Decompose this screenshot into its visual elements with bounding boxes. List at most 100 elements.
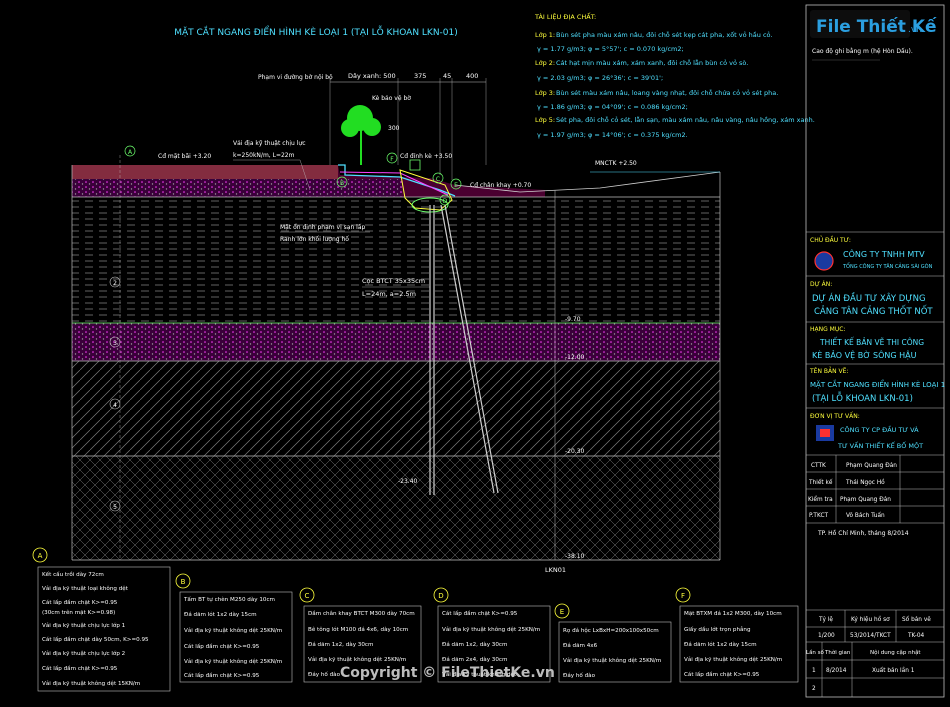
- geo-layer3-props: γ = 1.86 g/m3; φ = 04°09'; c = 0.086 kg/…: [537, 103, 688, 111]
- sec-mark-a: A: [128, 149, 133, 156]
- tb-tenbv-line1: (TẠI LỖ KHOAN LKN-01): [812, 391, 913, 404]
- geo-layer2-props: γ = 2.03 g/m3; φ = 26°36'; c = 39'01';: [537, 74, 663, 82]
- tb-staff-name3: Võ Bách Tuấn: [846, 512, 885, 519]
- geo-layer5-desc: Sét pha, đôi chỗ cỏ sét, lẫn sạn, màu xá…: [556, 115, 815, 124]
- callout-a-line0: Kết cấu trồi dày 72cm: [42, 570, 104, 578]
- tb-duan-header: DỰ ÁN:: [810, 281, 832, 288]
- ann-cd-chan-khay: Cđ chân khay +0.70: [470, 182, 531, 189]
- sec-mark-b: B: [340, 180, 344, 187]
- callout-b-line5: Cát lấp đầm chặt K>=0.95: [184, 671, 260, 679]
- tb-staff-name1: Thái Ngọc Hồ: [845, 478, 885, 486]
- tb-donvi-line0: CÔNG TY CP ĐẦU TƯ VÀ: [840, 424, 919, 434]
- callout-d-line1: Vải địa kỹ thuật không dệt 25KN/m: [442, 626, 540, 633]
- callout-E: E Rọ đá hộc LxBxH=200x100x50cm Đá dăm 4x…: [554, 603, 672, 683]
- callout-a-line3: (30cm trên mặt K>=0.98): [42, 609, 115, 616]
- callout-b-id: B: [181, 578, 186, 586]
- callout-d-line2: Đá dăm 1x2, dày 30cm: [442, 641, 507, 648]
- cad-drawing: MẶT CẮT NGANG ĐIỂN HÌNH KÈ LOẠI 1 (TẠI L…: [32, 4, 945, 698]
- callout-A: A Kết cấu trồi dày 72cm Vải địa kỹ thuật…: [32, 547, 171, 692]
- tb-cdt-line1: TỔNG CÔNG TY TÂN CẢNG SÀI GÒN: [842, 262, 933, 270]
- callout-c-line0: Dầm chân khay BTCT M300 dày 70cm: [308, 609, 415, 617]
- callout-c-line1: Bê tông lót M100 đá 4x6, dày 10cm: [308, 626, 408, 633]
- callout-a-line1: Vải địa kỹ thuật loại không dệt: [42, 585, 129, 592]
- tb-staff-role3: P.TKCT: [809, 513, 829, 519]
- callout-a-line4: Vải địa kỹ thuật chịu lực lớp 1: [42, 622, 126, 629]
- tb-staff-name2: Phạm Quang Đản: [840, 496, 891, 503]
- tb-info-h1: Ký hiệu hồ sơ: [851, 615, 890, 623]
- ann-mnctk: MNCTK +2.50: [595, 160, 637, 167]
- callout-d-id: D: [438, 592, 443, 600]
- callout-f-line1: Giấy dầu lớt trọn phẳng: [684, 625, 751, 633]
- callout-a-id: A: [38, 552, 43, 560]
- logo-domain: .vn: [908, 25, 922, 35]
- callout-d-line3: Đá dăm 2x4, dày 30cm: [442, 656, 507, 663]
- geology-header: TÀI LIỆU ĐỊA CHẤT:: [534, 11, 596, 21]
- geo-layer5-props: γ = 1.97 g/m3; φ = 14°06'; c = 0.375 kg/…: [537, 131, 688, 139]
- tb-cdt-line0: CÔNG TY TNHH MTV: [843, 248, 925, 259]
- tb-info-v0: 1/200: [818, 633, 835, 639]
- ann-mat-truot2: Ranh lớn khối lượng hố: [280, 236, 349, 243]
- tb-hangmuc-line0: THIẾT KẾ BẢN VẼ THI CÔNG: [819, 337, 924, 347]
- callout-f-line3: Vải địa kỹ thuật không dệt 25KN/m: [684, 656, 782, 663]
- callout-e-id: E: [560, 608, 564, 616]
- geo-layer2-desc: Cát hạt mịn màu xám, xám xanh, đôi chỗ l…: [556, 58, 748, 67]
- callout-b-line1: Đá dăm lót 1x2 dày 15cm: [184, 611, 257, 618]
- tb-staff-role1: Thiết kế: [808, 479, 833, 486]
- ann-vai: Vải địa kỹ thuật chịu lực: [233, 140, 306, 147]
- layer-id-2: 2: [113, 280, 117, 287]
- callout-f-id: F: [681, 592, 685, 600]
- title-block: CHỦ ĐẦU TƯ: CÔNG TY TNHH MTV TỔNG CÔNG T…: [805, 4, 945, 698]
- callout-e-line3: Đáy hố đào: [563, 672, 596, 679]
- ann-coc2: L=24m, a=2.5m: [362, 290, 416, 298]
- note-right: Cao độ ghi bằng m (hệ Hòn Dấu).: [812, 48, 913, 55]
- callout-e-line2: Vải địa kỹ thuật không dệt 25KN/m: [563, 657, 661, 664]
- layer-id-3: 3: [113, 340, 117, 347]
- geology-notes: TÀI LIỆU ĐỊA CHẤT: Lớp 1: Bùn sét pha mà…: [534, 11, 815, 139]
- callout-b-line4: Vải địa kỹ thuật không dệt 25KN/m: [184, 658, 282, 665]
- tb-info-v2: TK-04: [907, 633, 925, 639]
- ann-pile-tip: -23.40: [398, 478, 418, 485]
- sec-mark-f: F: [390, 156, 394, 163]
- ann-cd-mat-bai: Cđ mặt bãi +3.20: [158, 153, 211, 160]
- tb-staff-role2: Kiểm tra: [808, 496, 833, 503]
- ann-vai2: k=250kN/m, L=22m: [233, 152, 295, 159]
- callout-b-line0: Tấm BT tự chèn M250 dày 10cm: [183, 596, 275, 603]
- bottom-label: LKN01: [545, 566, 566, 574]
- drawing-title: MẶT CẮT NGANG ĐIỂN HÌNH KÈ LOẠI 1 (TẠI L…: [174, 25, 458, 38]
- layer-id-4: 4: [113, 402, 117, 409]
- callout-c-line2: Đá dăm 1x2, dày 30cm: [308, 641, 373, 648]
- elev-3: -38.10: [565, 553, 585, 560]
- filethietke-logo: File Thiết Kế .vn: [810, 10, 937, 38]
- geo-layer1-desc: Bùn sét pha màu xám nâu, đôi chỗ sét kẹp…: [556, 30, 773, 39]
- callout-d-line0: Cát lấp đầm chặt K>=0.95: [442, 609, 518, 617]
- tb-hangmuc-header: HẠNG MỤC:: [810, 326, 845, 333]
- tb-rev0-n: 1: [812, 668, 816, 674]
- dim-label-4: 300: [388, 125, 400, 132]
- tb-donvi-line1: TƯ VẤN THIẾT KẾ BỐ MỘT: [837, 440, 923, 450]
- sec-mark-d: D: [443, 198, 448, 205]
- callout-a-line8: Vải địa kỹ thuật không dệt 15KN/m: [42, 680, 140, 687]
- callout-c-line4: Đáy hố đào: [308, 671, 341, 678]
- callout-c-id: C: [305, 592, 310, 600]
- callout-e-line1: Đá dăm 4x6: [563, 642, 598, 649]
- tb-cdt-header: CHỦ ĐẦU TƯ:: [810, 236, 851, 244]
- sec-mark-e: E: [454, 182, 458, 189]
- ann-coc1: Cọc BTCT 35x35cm: [362, 277, 425, 285]
- callout-f-line2: Đá dăm lót 1x2 dày 15cm: [684, 641, 757, 648]
- tb-info-h2: Số bản vẽ: [902, 616, 931, 623]
- geo-layer5-name: Lớp 5:: [535, 116, 555, 124]
- tb-rev0-content: Xuất bản lần 1: [872, 666, 915, 674]
- tb-rev1-n: 2: [812, 686, 816, 692]
- callout-b-line2: Vải địa kỹ thuật không dệt 25KN/m: [184, 627, 282, 634]
- soil-profile: [71, 155, 721, 561]
- callout-e-line0: Rọ đá hộc LxBxH=200x100x50cm: [563, 627, 659, 634]
- callout-f-line4: Cát lấp đầm chặt K>=0.95: [684, 670, 760, 678]
- dim-label-1: 375: [414, 72, 426, 80]
- ann-pham-vi: Phạm vi đường bờ nội bộ: [258, 74, 333, 81]
- geo-layer3-name: Lớp 3:: [535, 89, 555, 97]
- callout-a-line7: Cát lấp đầm chặt K>=0.95: [42, 664, 118, 672]
- copyright-watermark: Copyright © FileThietKe.vn: [340, 665, 555, 681]
- tb-info-v1: 53/2014/TKCT: [850, 633, 891, 639]
- geo-layer1-props: γ = 1.77 g/m3; φ = 5°57'; c = 0.070 kg/c…: [537, 45, 684, 53]
- ann-cd-dinh-ke: Cđ đỉnh kè +3.50: [400, 153, 452, 160]
